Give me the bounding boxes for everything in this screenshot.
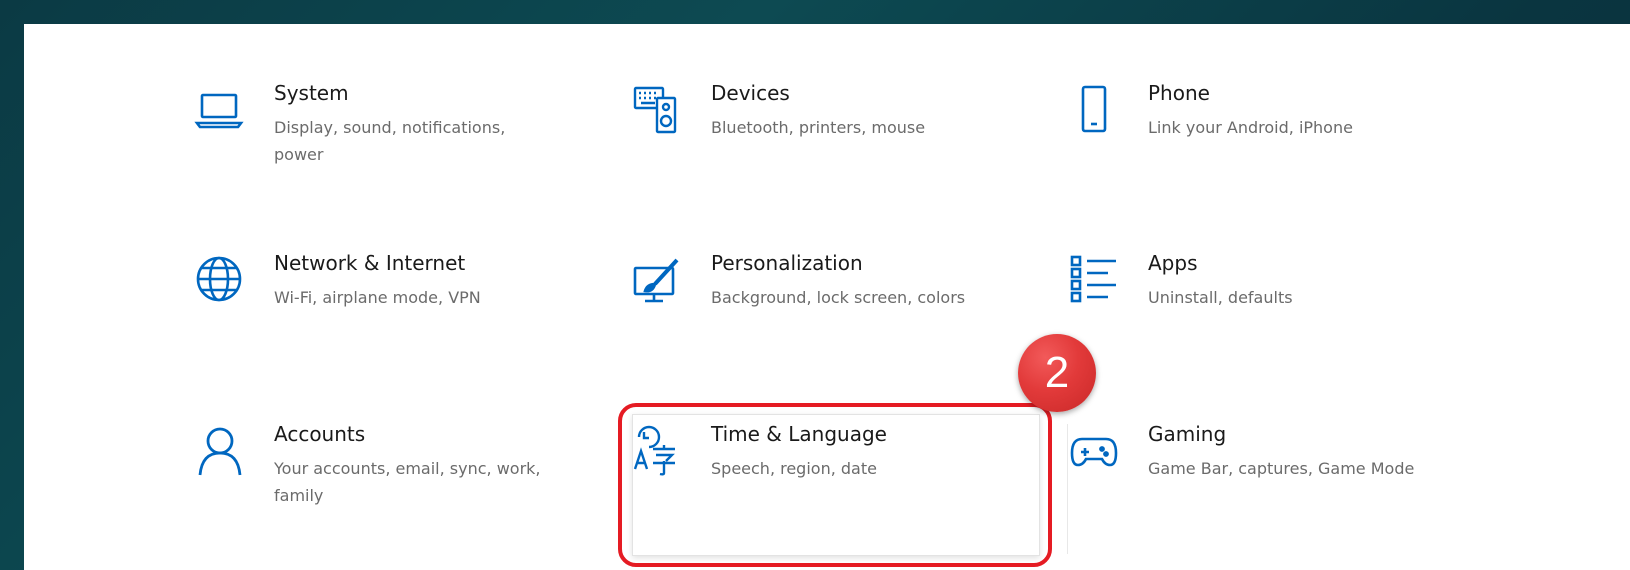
tile-personalization[interactable]: Personalization Background, lock screen,… xyxy=(631,250,1031,370)
tile-devices[interactable]: Devices Bluetooth, printers, mouse xyxy=(631,80,1031,200)
globe-icon xyxy=(194,254,246,306)
tile-title: Devices xyxy=(711,81,790,105)
tile-phone[interactable]: Phone Link your Android, iPhone xyxy=(1068,80,1468,200)
gamepad-icon xyxy=(1068,425,1120,477)
tile-title: Phone xyxy=(1148,81,1210,105)
tile-title: Network & Internet xyxy=(274,251,466,275)
tile-title: Accounts xyxy=(274,422,366,446)
laptop-icon xyxy=(194,84,246,136)
tile-title: Apps xyxy=(1148,251,1198,275)
tile-apps[interactable]: Apps Uninstall, defaults xyxy=(1068,250,1468,370)
tile-network[interactable]: Network & Internet Wi-Fi, airplane mode,… xyxy=(194,250,594,370)
tile-gaming[interactable]: Gaming Game Bar, captures, Game Mode xyxy=(1068,421,1468,541)
tile-description: Your accounts, email, sync, work, family xyxy=(274,459,541,505)
tile-accounts[interactable]: Accounts Your accounts, email, sync, wor… xyxy=(194,421,594,541)
highlight-frame xyxy=(618,403,1052,567)
tile-description: Background, lock screen, colors xyxy=(711,288,966,307)
keyboard-speaker-icon xyxy=(631,84,683,136)
tile-title: Gaming xyxy=(1148,422,1227,446)
apps-list-icon xyxy=(1068,254,1120,306)
tile-description: Wi-Fi, airplane mode, VPN xyxy=(274,288,481,307)
tile-title: System xyxy=(274,81,349,105)
tile-description: Uninstall, defaults xyxy=(1148,288,1293,307)
step-badge: 2 xyxy=(1018,334,1096,412)
tile-title: Personalization xyxy=(711,251,863,275)
tile-description: Display, sound, notifications, power xyxy=(274,118,506,164)
tile-description: Bluetooth, printers, mouse xyxy=(711,118,926,137)
tile-description: Link your Android, iPhone xyxy=(1148,118,1353,137)
person-icon xyxy=(194,425,246,477)
tile-system[interactable]: System Display, sound, notifications, po… xyxy=(194,80,594,200)
tile-description: Game Bar, captures, Game Mode xyxy=(1148,459,1415,478)
phone-icon xyxy=(1068,84,1120,136)
settings-panel: System Display, sound, notifications, po… xyxy=(24,24,1630,570)
paint-brush-icon xyxy=(631,254,683,306)
